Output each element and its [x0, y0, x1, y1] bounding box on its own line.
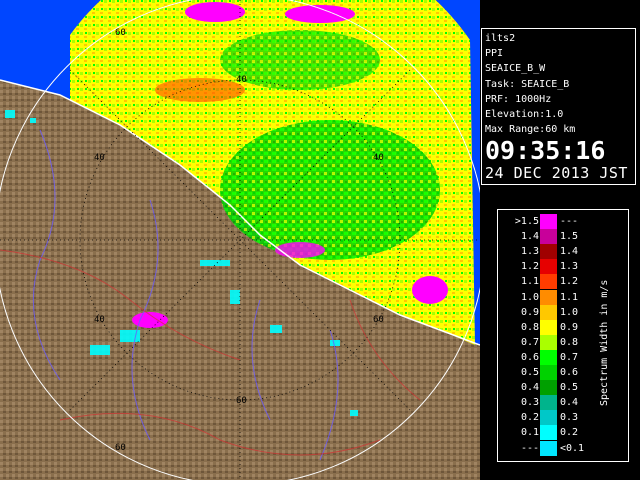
scan-date: 24 DEC 2013 JST: [485, 164, 628, 183]
color-legend: >1.5 --- 1.4 1.5 1.3 1.4 1.2 1.3 1.1 1.2 1.0 1.1 0.9…: [497, 209, 629, 462]
legend-swatch: [540, 395, 557, 411]
legend-lower-bound: 0.7: [520, 336, 539, 348]
legend-row: 1.2 1.3: [498, 259, 628, 275]
legend-upper-bound: 0.2: [560, 427, 579, 439]
legend-upper-bound: 1.4: [560, 246, 579, 258]
legend-swatch: [540, 259, 557, 275]
legend-lower-bound: 0.2: [520, 412, 539, 424]
elevation-value: Elevation:1.0: [485, 109, 564, 121]
legend-row: --- <0.1: [498, 440, 628, 456]
legend-upper-bound: 1.1: [560, 291, 579, 303]
range-label: 60: [115, 443, 126, 453]
legend-lower-bound: 0.5: [520, 367, 539, 378]
legend-row: 0.1 0.2: [498, 425, 628, 441]
range-label: 60: [373, 315, 384, 325]
legend-row: >1.5 ---: [498, 214, 628, 229]
prf-value: PRF: 1000Hz: [485, 93, 552, 105]
legend-swatch: [540, 304, 557, 320]
legend-swatch: [540, 349, 557, 365]
legend-swatch: [540, 425, 557, 441]
legend-lower-bound: 0.9: [520, 306, 539, 318]
radar-info-panel: ilts2 PPI SEAICE_B_W Task: SEAICE_B PRF:…: [481, 28, 636, 185]
legend-lower-bound: 0.4: [520, 382, 539, 394]
legend-upper-bound: 0.5: [560, 382, 579, 394]
legend-swatch: [540, 380, 557, 396]
range-label: 40: [94, 315, 105, 325]
max-range-value: Max Range:60 km: [485, 124, 576, 136]
range-label: 40: [373, 153, 384, 163]
scan-time: 09:35:16: [485, 136, 606, 166]
range-label: 40: [94, 153, 105, 163]
legend-swatch: [540, 214, 557, 229]
legend-swatch: [540, 289, 557, 305]
legend-lower-bound: 1.4: [520, 231, 539, 243]
legend-lower-bound: 1.1: [520, 276, 539, 288]
legend-lower-bound: 1.3: [520, 246, 539, 258]
legend-upper-bound: 0.9: [560, 321, 579, 333]
legend-upper-bound: 0.6: [560, 367, 579, 378]
legend-lower-bound: 0.1: [520, 427, 539, 439]
radar-ppi-display: 40 40 40 40 60 60 60 60: [0, 0, 480, 480]
range-label: 60: [236, 396, 247, 406]
legend-swatch: [540, 274, 557, 290]
legend-lower-bound: 0.8: [520, 321, 539, 333]
legend-swatch: [540, 440, 557, 456]
product-name: SEAICE_B_W: [485, 63, 546, 75]
legend-upper-bound: ---: [560, 216, 579, 227]
task-name: Task: SEAICE_B: [485, 78, 570, 90]
scan-mode: PPI: [485, 48, 504, 60]
legend-row: 1.3 1.4: [498, 244, 628, 260]
legend-lower-bound: >1.5: [514, 216, 539, 227]
legend-row: 1.4 1.5: [498, 229, 628, 245]
legend-upper-bound: 1.5: [560, 231, 579, 243]
legend-swatch: [540, 244, 557, 260]
legend-row: 0.2 0.3: [498, 410, 628, 426]
range-label: 40: [236, 75, 247, 85]
legend-upper-bound: 1.3: [560, 261, 579, 273]
legend-upper-bound: 0.4: [560, 397, 579, 409]
legend-lower-bound: ---: [520, 442, 539, 454]
legend-swatch: [540, 334, 557, 350]
legend-upper-bound: 0.8: [560, 336, 579, 348]
legend-title: Spectrum Width in m/s: [599, 279, 610, 406]
legend-upper-bound: 0.7: [560, 351, 579, 363]
legend-upper-bound: 1.0: [560, 306, 579, 318]
legend-swatch: [540, 410, 557, 426]
legend-upper-bound: <0.1: [560, 442, 585, 454]
legend-swatch: [540, 229, 557, 245]
legend-upper-bound: 1.2: [560, 276, 579, 288]
legend-upper-bound: 0.3: [560, 412, 579, 424]
site-name: ilts2: [485, 33, 516, 44]
legend-swatch: [540, 365, 557, 380]
legend-lower-bound: 1.0: [520, 291, 539, 303]
legend-lower-bound: 0.3: [520, 397, 539, 409]
legend-lower-bound: 1.2: [520, 261, 539, 273]
legend-swatch: [540, 319, 557, 335]
range-label: 60: [115, 28, 126, 38]
legend-lower-bound: 0.6: [520, 351, 539, 363]
